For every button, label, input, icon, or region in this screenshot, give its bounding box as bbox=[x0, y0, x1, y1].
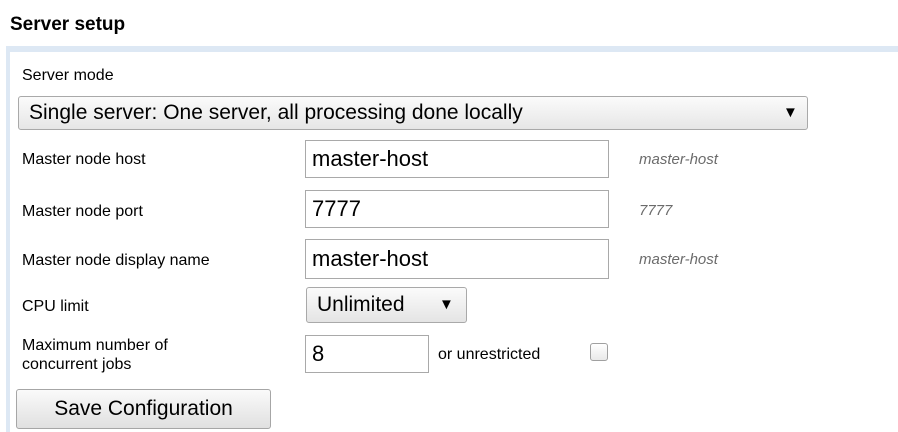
unrestricted-label: or unrestricted bbox=[438, 346, 541, 363]
server-mode-label: Server mode bbox=[22, 67, 114, 84]
unrestricted-checkbox[interactable] bbox=[590, 343, 608, 361]
cpu-limit-label: CPU limit bbox=[22, 298, 89, 315]
master-host-input[interactable] bbox=[305, 140, 609, 178]
section-title: Server setup bbox=[10, 14, 126, 35]
max-jobs-label-line2: concurrent jobs bbox=[22, 356, 132, 373]
server-mode-select[interactable]: Single server: One server, all processin… bbox=[18, 96, 808, 130]
save-configuration-button[interactable]: Save Configuration bbox=[16, 389, 271, 429]
master-display-name-label: Master node display name bbox=[22, 252, 210, 269]
server-mode-selected-value: Single server: One server, all processin… bbox=[29, 101, 523, 124]
server-setup-page: Server setup Server mode Single server: … bbox=[0, 0, 898, 432]
master-host-label: Master node host bbox=[22, 151, 146, 168]
cpu-limit-select[interactable]: Unlimited ▼ bbox=[306, 287, 467, 323]
cpu-limit-selected-value: Unlimited bbox=[317, 293, 405, 316]
chevron-down-icon: ▼ bbox=[439, 296, 454, 313]
max-jobs-label-line1: Maximum number of bbox=[22, 337, 168, 354]
master-display-name-default-hint: master-host bbox=[639, 251, 718, 268]
master-port-default-hint: 7777 bbox=[639, 202, 673, 219]
master-display-name-input[interactable] bbox=[305, 239, 609, 279]
master-port-label: Master node port bbox=[22, 203, 143, 220]
max-jobs-input[interactable] bbox=[305, 335, 429, 373]
chevron-down-icon: ▼ bbox=[783, 104, 798, 121]
master-host-default-hint: master-host bbox=[639, 151, 718, 168]
master-port-input[interactable] bbox=[305, 190, 609, 228]
